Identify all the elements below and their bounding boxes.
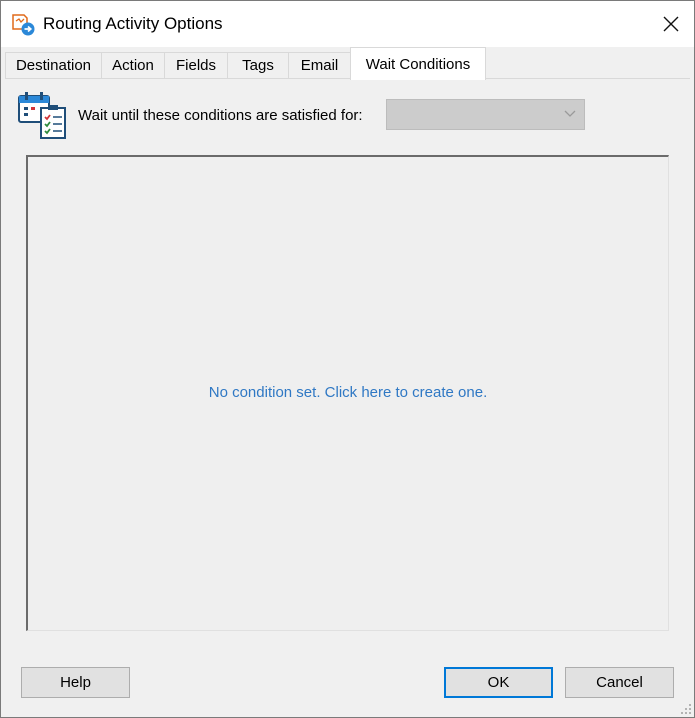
conditions-area[interactable]: No condition set. Click here to create o… <box>26 155 669 631</box>
chevron-down-icon <box>564 110 576 117</box>
close-icon <box>663 16 679 32</box>
tab-tags[interactable]: Tags <box>227 52 289 78</box>
tab-strip: Destination Action Fields Tags Email Wai… <box>1 47 694 80</box>
wait-target-select[interactable] <box>386 99 585 130</box>
tab-destination[interactable]: Destination <box>5 52 102 78</box>
dialog-window: Routing Activity Options Destination Act… <box>0 0 695 718</box>
tab-action[interactable]: Action <box>101 52 165 78</box>
create-condition-link[interactable]: No condition set. Click here to create o… <box>28 384 668 401</box>
tab-label: Fields <box>175 57 216 74</box>
tab-fields[interactable]: Fields <box>164 52 228 78</box>
close-button[interactable] <box>648 1 694 47</box>
resize-grip-icon[interactable] <box>680 703 692 715</box>
help-button-label: Help <box>60 674 91 691</box>
calendar-checklist-icon <box>17 90 69 140</box>
help-button[interactable]: Help <box>21 667 130 698</box>
routing-activity-icon <box>11 13 37 37</box>
tab-email[interactable]: Email <box>288 52 351 78</box>
tab-label: Wait Conditions <box>365 55 471 73</box>
tab-wait-conditions[interactable]: Wait Conditions <box>350 47 486 80</box>
title-bar: Routing Activity Options <box>1 1 694 47</box>
tab-label: Action <box>112 57 154 74</box>
wait-until-label: Wait until these conditions are satisfie… <box>78 107 363 124</box>
ok-button-label: OK <box>487 674 510 691</box>
cancel-button-label: Cancel <box>596 674 643 691</box>
tab-label: Tags <box>242 57 274 74</box>
ok-button[interactable]: OK <box>444 667 553 698</box>
tab-label: Email <box>300 57 339 74</box>
tab-label: Destination <box>15 57 92 74</box>
cancel-button[interactable]: Cancel <box>565 667 674 698</box>
wait-conditions-panel: Wait until these conditions are satisfie… <box>5 78 690 640</box>
window-title: Routing Activity Options <box>43 14 223 33</box>
